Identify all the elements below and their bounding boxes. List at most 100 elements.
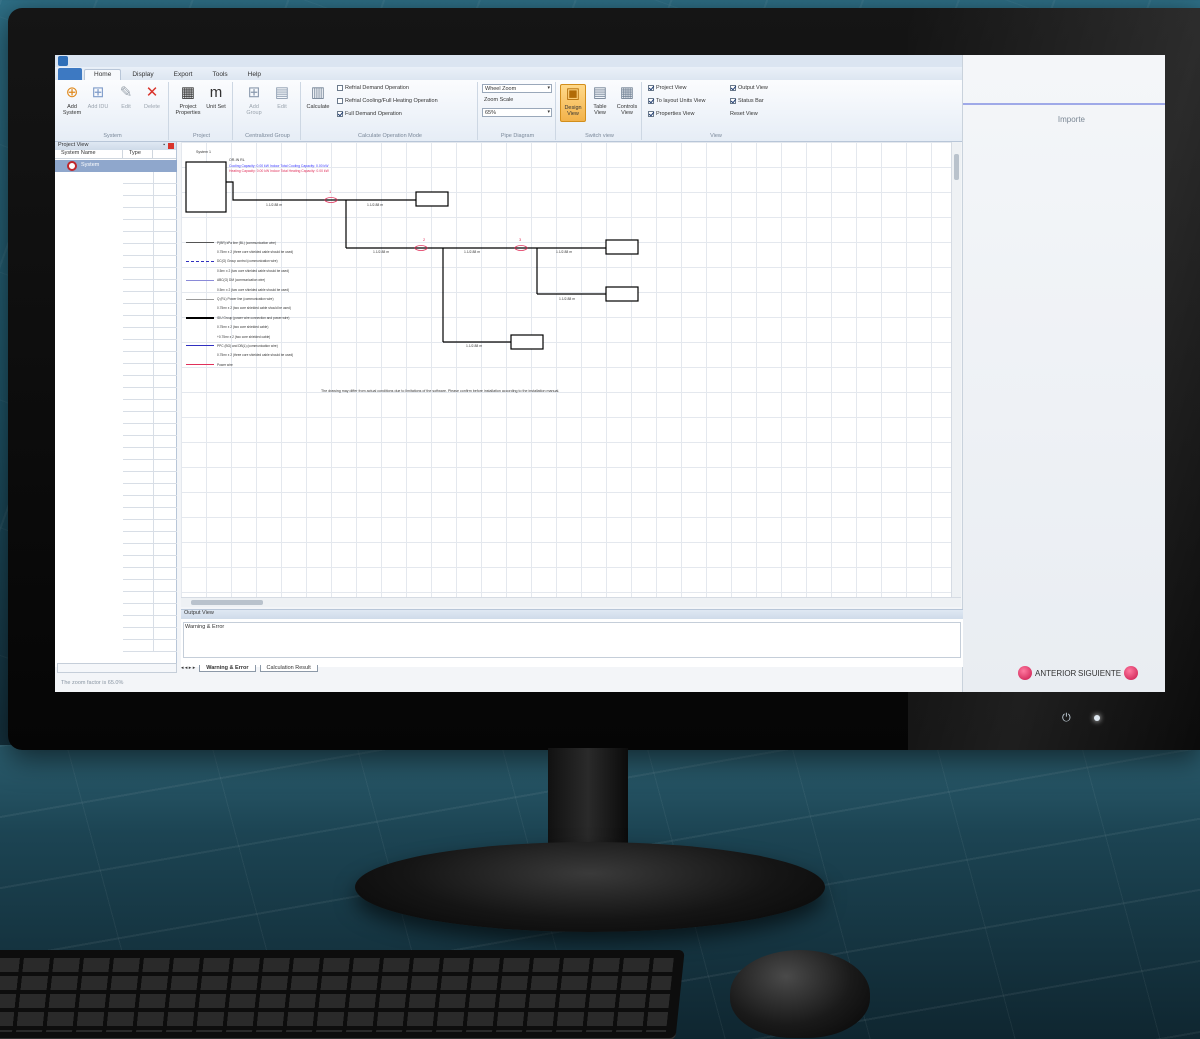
add-idu-label: Add IDU: [87, 104, 109, 110]
outdoor-unit[interactable]: [185, 161, 227, 213]
legend-line: [186, 308, 214, 309]
project-panel-grid: [123, 172, 177, 652]
ribbon-group-system: ⊕ Add System ⊞ Add IDU ✎ Edit ✕ Delete S…: [57, 82, 169, 140]
reset-view-label: Reset View: [730, 111, 758, 117]
full-demand-checkbox[interactable]: Full Demand Operation: [337, 111, 402, 117]
legend-text: +0.75m² x 2 (two core shielded cable): [217, 334, 271, 339]
add-group-button[interactable]: ⊞ Add Group: [241, 84, 267, 116]
file-menu-button[interactable]: [58, 68, 82, 80]
legend-line: [186, 270, 214, 271]
controls-view-button[interactable]: ▦ Controls View: [614, 84, 640, 116]
delete-label: Delete: [144, 104, 160, 110]
pipe-label: 1.1/2.88 m: [556, 250, 573, 254]
legend-text: 0.75m² x 2 (three core shielded cable sh…: [217, 250, 294, 255]
design-view-button[interactable]: ▣ Design View: [560, 84, 586, 122]
vertical-scroll-thumb[interactable]: [954, 154, 959, 180]
add-system-button[interactable]: ⊕ Add System: [59, 84, 85, 116]
indoor-unit[interactable]: [605, 286, 639, 302]
zoom-scale-label: Zoom Scale: [484, 97, 513, 103]
ribbon-group-calculate: ▥ Calculate Refrial Demand Operation Ref…: [303, 82, 478, 140]
refrial-cooling-checkbox[interactable]: Refrial Cooling/Full Heating Operation: [337, 98, 438, 104]
add-idu-button[interactable]: ⊞ Add IDU: [85, 84, 111, 110]
indoor-unit[interactable]: [415, 191, 449, 207]
delete-button[interactable]: ✕ Delete: [139, 84, 165, 110]
project-view-panel: Project View ▪ System Name Type System: [55, 142, 177, 667]
output-content-title: Warning & Error: [185, 624, 225, 630]
project-panel-scrollbar[interactable]: [57, 663, 177, 673]
checkbox-label: Project View: [656, 85, 687, 91]
system-row[interactable]: System: [55, 160, 177, 172]
unit-set-button[interactable]: m Unit Set: [203, 84, 229, 110]
legend-line: [186, 279, 214, 281]
edit-group-button[interactable]: ▤ Edit: [269, 84, 295, 110]
column-system-name[interactable]: System Name: [55, 150, 123, 158]
legend-line: [186, 364, 214, 366]
previous-button[interactable]: ANTERIOR: [1018, 666, 1076, 680]
project-view-checkbox[interactable]: Project View: [648, 85, 686, 91]
calculate-button[interactable]: ▥ Calculate: [305, 84, 331, 110]
zoom-value-select[interactable]: 65% ▾: [482, 108, 552, 117]
edit-system-label: Edit: [121, 104, 131, 110]
zoom-scale-text: Zoom Scale: [484, 97, 514, 103]
tab-warning-error[interactable]: Warning & Error: [199, 664, 256, 672]
horizontal-scroll-thumb[interactable]: [191, 600, 263, 605]
table-icon: ▤: [592, 84, 608, 101]
checkbox-label: Output View: [738, 85, 768, 91]
tab-tools[interactable]: Tools: [203, 70, 236, 80]
layout-units-view-checkbox[interactable]: To layout Units View: [648, 98, 705, 104]
diagram-note: The drawing may differ from actual condi…: [321, 389, 560, 393]
legend-line: [186, 289, 214, 290]
legend-text: 0.75m² x 2 (two core shielded cable shou…: [217, 306, 291, 311]
add-group-label: Add Group: [246, 104, 262, 116]
checkbox-box: [648, 85, 654, 91]
status-bar-checkbox[interactable]: Status Bar: [730, 98, 764, 104]
tab-display[interactable]: Display: [123, 70, 162, 80]
chevron-down-icon: ▾: [547, 109, 550, 115]
table-view-label: Table View: [593, 104, 607, 116]
checkbox-box: [337, 98, 343, 104]
building-icon: ▦: [180, 84, 196, 101]
next-button[interactable]: SIGUIENTE: [1078, 666, 1139, 680]
vertical-scrollbar[interactable]: [951, 142, 961, 597]
horizontal-scrollbar[interactable]: [181, 597, 961, 607]
design-canvas[interactable]: 1 2 3 System 1 OR-IN RL Cooling Capacity…: [181, 142, 961, 597]
tab-export[interactable]: Export: [165, 70, 202, 80]
indoor-unit[interactable]: [605, 239, 639, 255]
tab-home[interactable]: Home: [84, 69, 122, 80]
legend-line: [186, 242, 214, 244]
checkbox-box: [337, 111, 343, 117]
group-label-system: System: [103, 133, 122, 139]
pin-icon[interactable]: ▪: [163, 142, 165, 148]
outdoor-unit-info: OR-IN RL: [229, 158, 245, 162]
checkbox-box: [730, 98, 736, 104]
pipe-label: 1.1/2.88 m: [266, 203, 283, 207]
reset-view-button[interactable]: Reset View: [730, 111, 758, 117]
refrial-demand-checkbox[interactable]: Refrial Demand Operation: [337, 85, 409, 91]
project-properties-button[interactable]: ▦ Project Properties: [175, 84, 201, 116]
column-type[interactable]: Type: [123, 150, 153, 158]
wiring-legend: P(BR) kPa line (BL) (communication wire)…: [186, 238, 293, 369]
table-view-button[interactable]: ▤ Table View: [587, 84, 613, 116]
previous-label: ANTERIOR: [1035, 668, 1077, 678]
zoom-mode-select[interactable]: Wheel Zoom ▾: [482, 84, 552, 93]
legend-line: [186, 298, 214, 300]
group-label-view: View: [710, 133, 722, 139]
tab-calculation-result[interactable]: Calculation Result: [259, 664, 318, 672]
tab-nav-arrows-icon[interactable]: ◂ ◂ ▸ ▸: [181, 665, 195, 671]
status-bar-text: The zoom factor is 65.0%: [61, 680, 124, 686]
properties-view-checkbox[interactable]: Properties View: [648, 111, 694, 117]
checkbox-box: [730, 85, 736, 91]
output-view-checkbox[interactable]: Output View: [730, 85, 768, 91]
legend-text: Power wire: [217, 362, 233, 367]
edit-group-icon: ▤: [274, 84, 290, 101]
close-icon[interactable]: [168, 143, 174, 149]
legend-row: +0.75m² x 2 (two core shielded cable): [186, 332, 293, 341]
calculator-icon: ▥: [310, 84, 326, 101]
add-idu-icon: ⊞: [91, 84, 105, 101]
indoor-unit[interactable]: [510, 334, 544, 350]
presentation-pane: Importe ANTERIOR SIGUIENTE: [963, 55, 1165, 692]
checkbox-label: Properties View: [656, 111, 695, 117]
edit-system-button[interactable]: ✎ Edit: [113, 84, 139, 110]
tab-help[interactable]: Help: [239, 70, 270, 80]
controls-view-label: Controls View: [616, 104, 638, 116]
